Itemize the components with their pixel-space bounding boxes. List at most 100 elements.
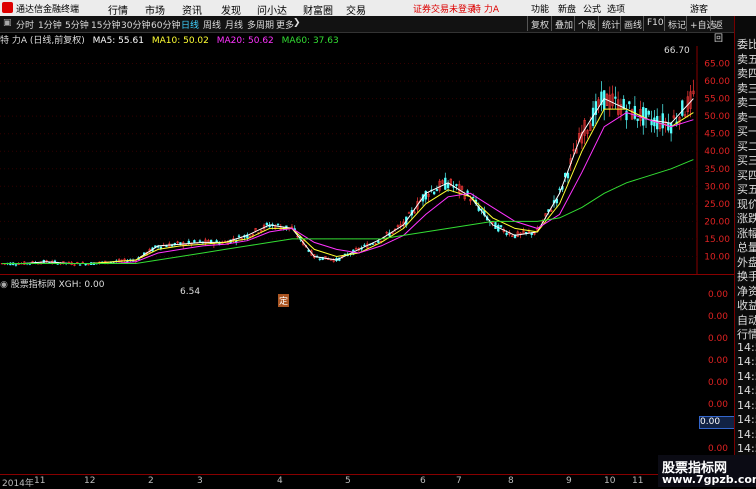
single-stock-button[interactable]: 个股 bbox=[574, 16, 599, 31]
candle-body bbox=[237, 235, 241, 237]
candle-body bbox=[505, 232, 508, 235]
candle-body bbox=[455, 184, 458, 186]
price-tick-label: 40.00 bbox=[704, 147, 730, 157]
restore-rights-button[interactable]: 复权 bbox=[527, 16, 552, 31]
ma20-line bbox=[2, 112, 694, 264]
candle-body bbox=[193, 240, 196, 243]
menu-formula[interactable]: 公式 bbox=[583, 2, 601, 15]
candle-body bbox=[215, 240, 218, 243]
menu-trade[interactable]: 交易 bbox=[346, 2, 366, 17]
tab-daily[interactable]: 日线 bbox=[181, 18, 199, 31]
candle-body bbox=[636, 118, 639, 121]
side-panel-label: 14:5 bbox=[737, 384, 756, 397]
ma10-label: MA10: 50.02 bbox=[151, 36, 209, 46]
back-button[interactable]: 返回 bbox=[710, 16, 734, 44]
side-panel-label: 14:5 bbox=[737, 427, 756, 441]
price-tick-label: 50.00 bbox=[704, 112, 730, 122]
quote-side-panel: 委比 卖五 卖四 卖三 卖二 卖一 买一 买二 买三 买四 买五 现价 涨跌 涨幅 总量 外盘 换手 净资 收益 自动… bbox=[734, 16, 756, 487]
time-tick-label: 2014年 bbox=[2, 479, 34, 489]
pane-divider bbox=[0, 274, 734, 275]
period-toolbar: ▣ 分时 1分钟 5分钟 15分钟 30分钟 60分钟 日线 周线 月线 多周期… bbox=[0, 16, 734, 44]
candle-body bbox=[165, 245, 168, 248]
menu-quotes[interactable]: 行情 bbox=[108, 2, 128, 17]
toolbar-grip-icon: ▣ bbox=[3, 18, 12, 28]
price-tick-label: 30.00 bbox=[704, 182, 730, 192]
price-tick-label: 55.00 bbox=[704, 95, 730, 105]
tab-15min[interactable]: 15分钟 bbox=[91, 18, 120, 31]
menu-wenxiaoda[interactable]: 问小达 bbox=[257, 2, 287, 17]
time-tick-label: 2 bbox=[148, 476, 154, 486]
candle-body bbox=[446, 183, 450, 189]
candle-body bbox=[628, 101, 631, 105]
indicator-legend-text: 股票指标网 XGH: 0.00 bbox=[10, 280, 105, 290]
candle-body bbox=[14, 264, 18, 266]
time-tick-label: 8 bbox=[508, 476, 514, 486]
candle-body bbox=[363, 244, 366, 247]
time-tick-label: 9 bbox=[566, 476, 572, 486]
marker-tag[interactable]: 定 bbox=[278, 294, 290, 307]
candle-body bbox=[377, 240, 380, 243]
ma60-line bbox=[2, 159, 694, 264]
menu-discover[interactable]: 发现 bbox=[221, 2, 241, 17]
candle-body bbox=[159, 246, 163, 249]
indicator-tick-label: 0.00 bbox=[707, 334, 728, 344]
high-annotation: 66.70 bbox=[664, 46, 690, 56]
candle-body bbox=[669, 123, 673, 134]
menu-function[interactable]: 功能 bbox=[531, 2, 549, 15]
time-tick-label: 4 bbox=[277, 476, 283, 486]
menu-news[interactable]: 资讯 bbox=[182, 2, 202, 17]
overlay-button[interactable]: 叠加 bbox=[551, 16, 576, 31]
app-logo-icon bbox=[2, 2, 13, 13]
menu-fortune[interactable]: 财富圈 bbox=[303, 2, 333, 17]
candle-body bbox=[53, 260, 57, 262]
side-panel-label: 14:5 bbox=[737, 413, 756, 426]
menu-market[interactable]: 市场 bbox=[145, 2, 165, 17]
kline-chart[interactable]: 65.00 60.00 55.00 50.00 45.00 40.00 35.00 30.00… bbox=[0, 46, 734, 274]
tab-weekly[interactable]: 周线 bbox=[203, 18, 221, 31]
tab-60min[interactable]: 60分钟 bbox=[151, 18, 180, 31]
menu-guest[interactable]: 游客 bbox=[690, 2, 708, 15]
tab-30min[interactable]: 30分钟 bbox=[121, 18, 150, 31]
indicator-tick-label: 0.00 bbox=[707, 312, 728, 322]
tab-intraday[interactable]: 分时 bbox=[16, 18, 34, 31]
candle-body bbox=[644, 108, 648, 120]
tab-5min[interactable]: 5分钟 bbox=[65, 18, 89, 31]
candle-body bbox=[198, 240, 202, 242]
candle-body bbox=[371, 243, 374, 245]
candle-body bbox=[558, 188, 561, 190]
tab-more[interactable]: 更多 bbox=[276, 18, 294, 31]
menu-bar: 通达信金融终端 行情 市场 资讯 发现 问小达 财富圈 交易 证券交易未登录 特… bbox=[0, 0, 756, 17]
candle-body bbox=[435, 189, 439, 192]
indicator-tick-label: 0.00 bbox=[707, 444, 728, 454]
ma5-label: MA5: 55.61 bbox=[92, 36, 144, 46]
indicator-legend: ◉ 股票指标网 XGH: 0.00 bbox=[0, 277, 105, 290]
menu-options[interactable]: 选项 bbox=[607, 2, 625, 15]
indicator-tick-label: 0.00 bbox=[707, 400, 728, 410]
price-tick-label: 15.00 bbox=[704, 235, 730, 245]
time-tick-label: 10 bbox=[604, 476, 616, 486]
app-title: 通达信金融终端 bbox=[16, 5, 80, 15]
price-tick-label: 20.00 bbox=[704, 217, 730, 227]
time-tick-label: 12 bbox=[84, 476, 96, 486]
time-tick-label: 3 bbox=[197, 476, 203, 486]
side-panel-label: 14:5 bbox=[737, 442, 756, 455]
menu-new-ipo[interactable]: 新盘 bbox=[558, 2, 576, 15]
ma60-label: MA60: 37.63 bbox=[281, 36, 339, 46]
tab-multi-period[interactable]: 多周期 bbox=[247, 18, 274, 31]
price-tick-label: 35.00 bbox=[704, 165, 730, 175]
candle-body bbox=[78, 264, 82, 266]
time-axis: 2014年 11 12 2 3 4 5 6 7 8 9 10 11 bbox=[0, 474, 734, 489]
tab-monthly[interactable]: 月线 bbox=[225, 18, 243, 31]
indicator-icon: ◉ bbox=[0, 280, 11, 290]
candle-body bbox=[647, 110, 650, 115]
tab-1min[interactable]: 1分钟 bbox=[38, 18, 62, 31]
more-arrow-icon[interactable]: ❯ bbox=[293, 18, 301, 28]
login-notice[interactable]: 证券交易未登录 bbox=[413, 2, 476, 15]
draw-line-button[interactable]: 画线 bbox=[620, 16, 645, 31]
price-tick-label: 25.00 bbox=[704, 200, 730, 210]
chart-legend: 特 力A (日线,前复权) MA5: 55.61 MA10: 50.02 MA2… bbox=[0, 33, 344, 46]
time-tick-label: 6 bbox=[420, 476, 426, 486]
price-tick-label: 45.00 bbox=[704, 130, 730, 140]
price-tick-label: 60.00 bbox=[704, 77, 730, 87]
candle-body bbox=[472, 197, 475, 199]
